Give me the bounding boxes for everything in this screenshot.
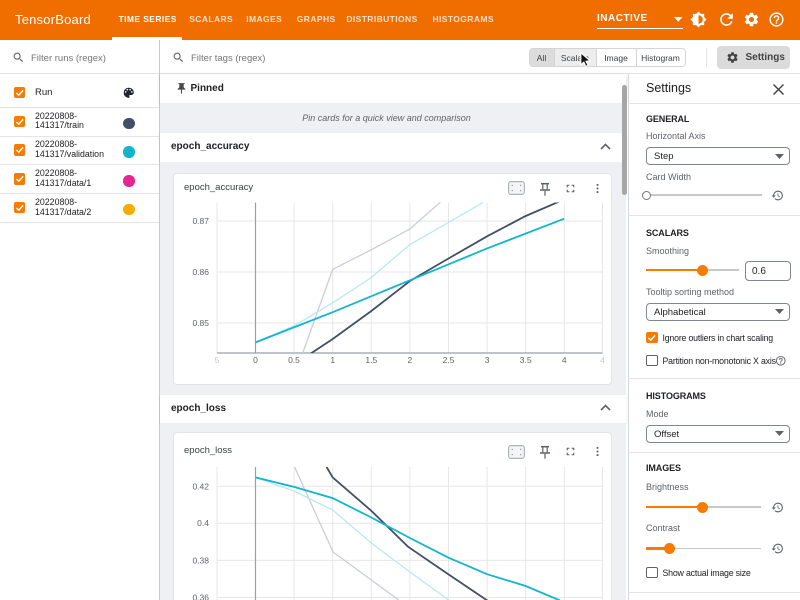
- svg-text:4: 4: [600, 355, 605, 365]
- svg-text:2.5: 2.5: [443, 355, 455, 365]
- svg-text:0.5: 0.5: [288, 355, 300, 365]
- svg-text:0.86: 0.86: [192, 267, 209, 277]
- svg-text:0.85: 0.85: [192, 318, 209, 328]
- svg-text:4: 4: [562, 355, 567, 365]
- svg-text:0.38: 0.38: [192, 555, 209, 565]
- svg-text:1: 1: [330, 355, 335, 365]
- svg-text:0.42: 0.42: [192, 481, 209, 491]
- svg-text:3.5: 3.5: [520, 355, 532, 365]
- svg-text:5: 5: [215, 355, 220, 365]
- svg-text:1.5: 1.5: [365, 355, 377, 365]
- svg-text:0.36: 0.36: [192, 593, 209, 600]
- svg-text:0.4: 0.4: [197, 518, 209, 528]
- svg-text:0.87: 0.87: [192, 216, 209, 226]
- svg-text:2: 2: [408, 355, 413, 365]
- svg-text:3: 3: [485, 355, 490, 365]
- svg-text:0: 0: [253, 355, 258, 365]
